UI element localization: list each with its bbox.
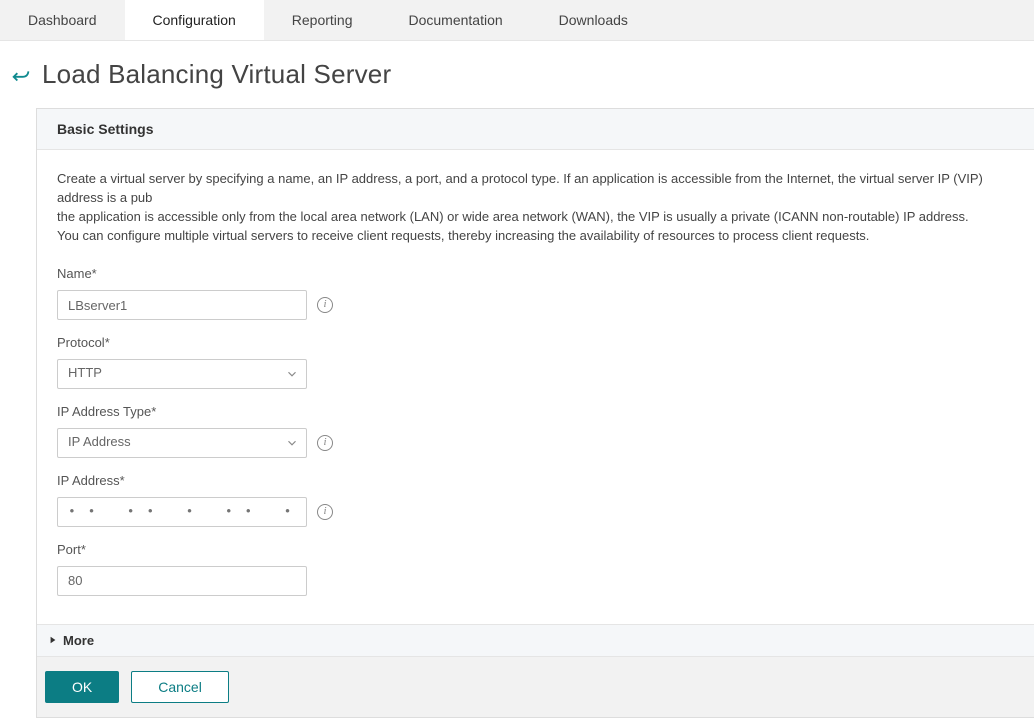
- more-label: More: [63, 633, 94, 648]
- ip-type-label: IP Address Type*: [57, 403, 1014, 422]
- desc-line: the application is accessible only from …: [57, 208, 1014, 227]
- field-protocol: Protocol* HTTP: [57, 334, 1014, 389]
- desc-line: You can configure multiple virtual serve…: [57, 227, 1014, 246]
- caret-right-icon: [49, 636, 57, 644]
- panel-description: Create a virtual server by specifying a …: [57, 170, 1014, 245]
- info-icon[interactable]: i: [317, 297, 333, 313]
- tab-downloads[interactable]: Downloads: [531, 0, 656, 40]
- page-title: Load Balancing Virtual Server: [42, 59, 391, 90]
- info-icon[interactable]: i: [317, 435, 333, 451]
- tab-configuration[interactable]: Configuration: [125, 0, 264, 40]
- cancel-button[interactable]: Cancel: [131, 671, 229, 703]
- info-icon[interactable]: i: [317, 504, 333, 520]
- tab-documentation[interactable]: Documentation: [380, 0, 530, 40]
- name-label: Name*: [57, 265, 1014, 284]
- ip-address-input[interactable]: [57, 497, 307, 527]
- field-ip-type: IP Address Type* IP Address i: [57, 403, 1014, 458]
- button-row: OK Cancel: [37, 657, 1034, 717]
- basic-settings-panel: Basic Settings Create a virtual server b…: [36, 108, 1034, 718]
- field-port: Port*: [57, 541, 1014, 596]
- port-label: Port*: [57, 541, 1014, 560]
- back-arrow-icon[interactable]: [10, 64, 32, 86]
- panel-body: Create a virtual server by specifying a …: [37, 150, 1034, 624]
- protocol-label: Protocol*: [57, 334, 1014, 353]
- ip-address-label: IP Address*: [57, 472, 1014, 491]
- tab-dashboard[interactable]: Dashboard: [0, 0, 125, 40]
- protocol-select[interactable]: HTTP: [57, 359, 307, 389]
- field-name: Name* i: [57, 265, 1014, 320]
- more-toggle[interactable]: More: [37, 624, 1034, 657]
- page-header: Load Balancing Virtual Server: [0, 41, 1034, 108]
- name-input[interactable]: [57, 290, 307, 320]
- ok-button[interactable]: OK: [45, 671, 119, 703]
- desc-line: Create a virtual server by specifying a …: [57, 170, 1014, 208]
- top-tabs: Dashboard Configuration Reporting Docume…: [0, 0, 1034, 41]
- tab-reporting[interactable]: Reporting: [264, 0, 381, 40]
- port-input[interactable]: [57, 566, 307, 596]
- panel-header: Basic Settings: [37, 109, 1034, 150]
- field-ip-address: IP Address* i: [57, 472, 1014, 527]
- ip-type-select[interactable]: IP Address: [57, 428, 307, 458]
